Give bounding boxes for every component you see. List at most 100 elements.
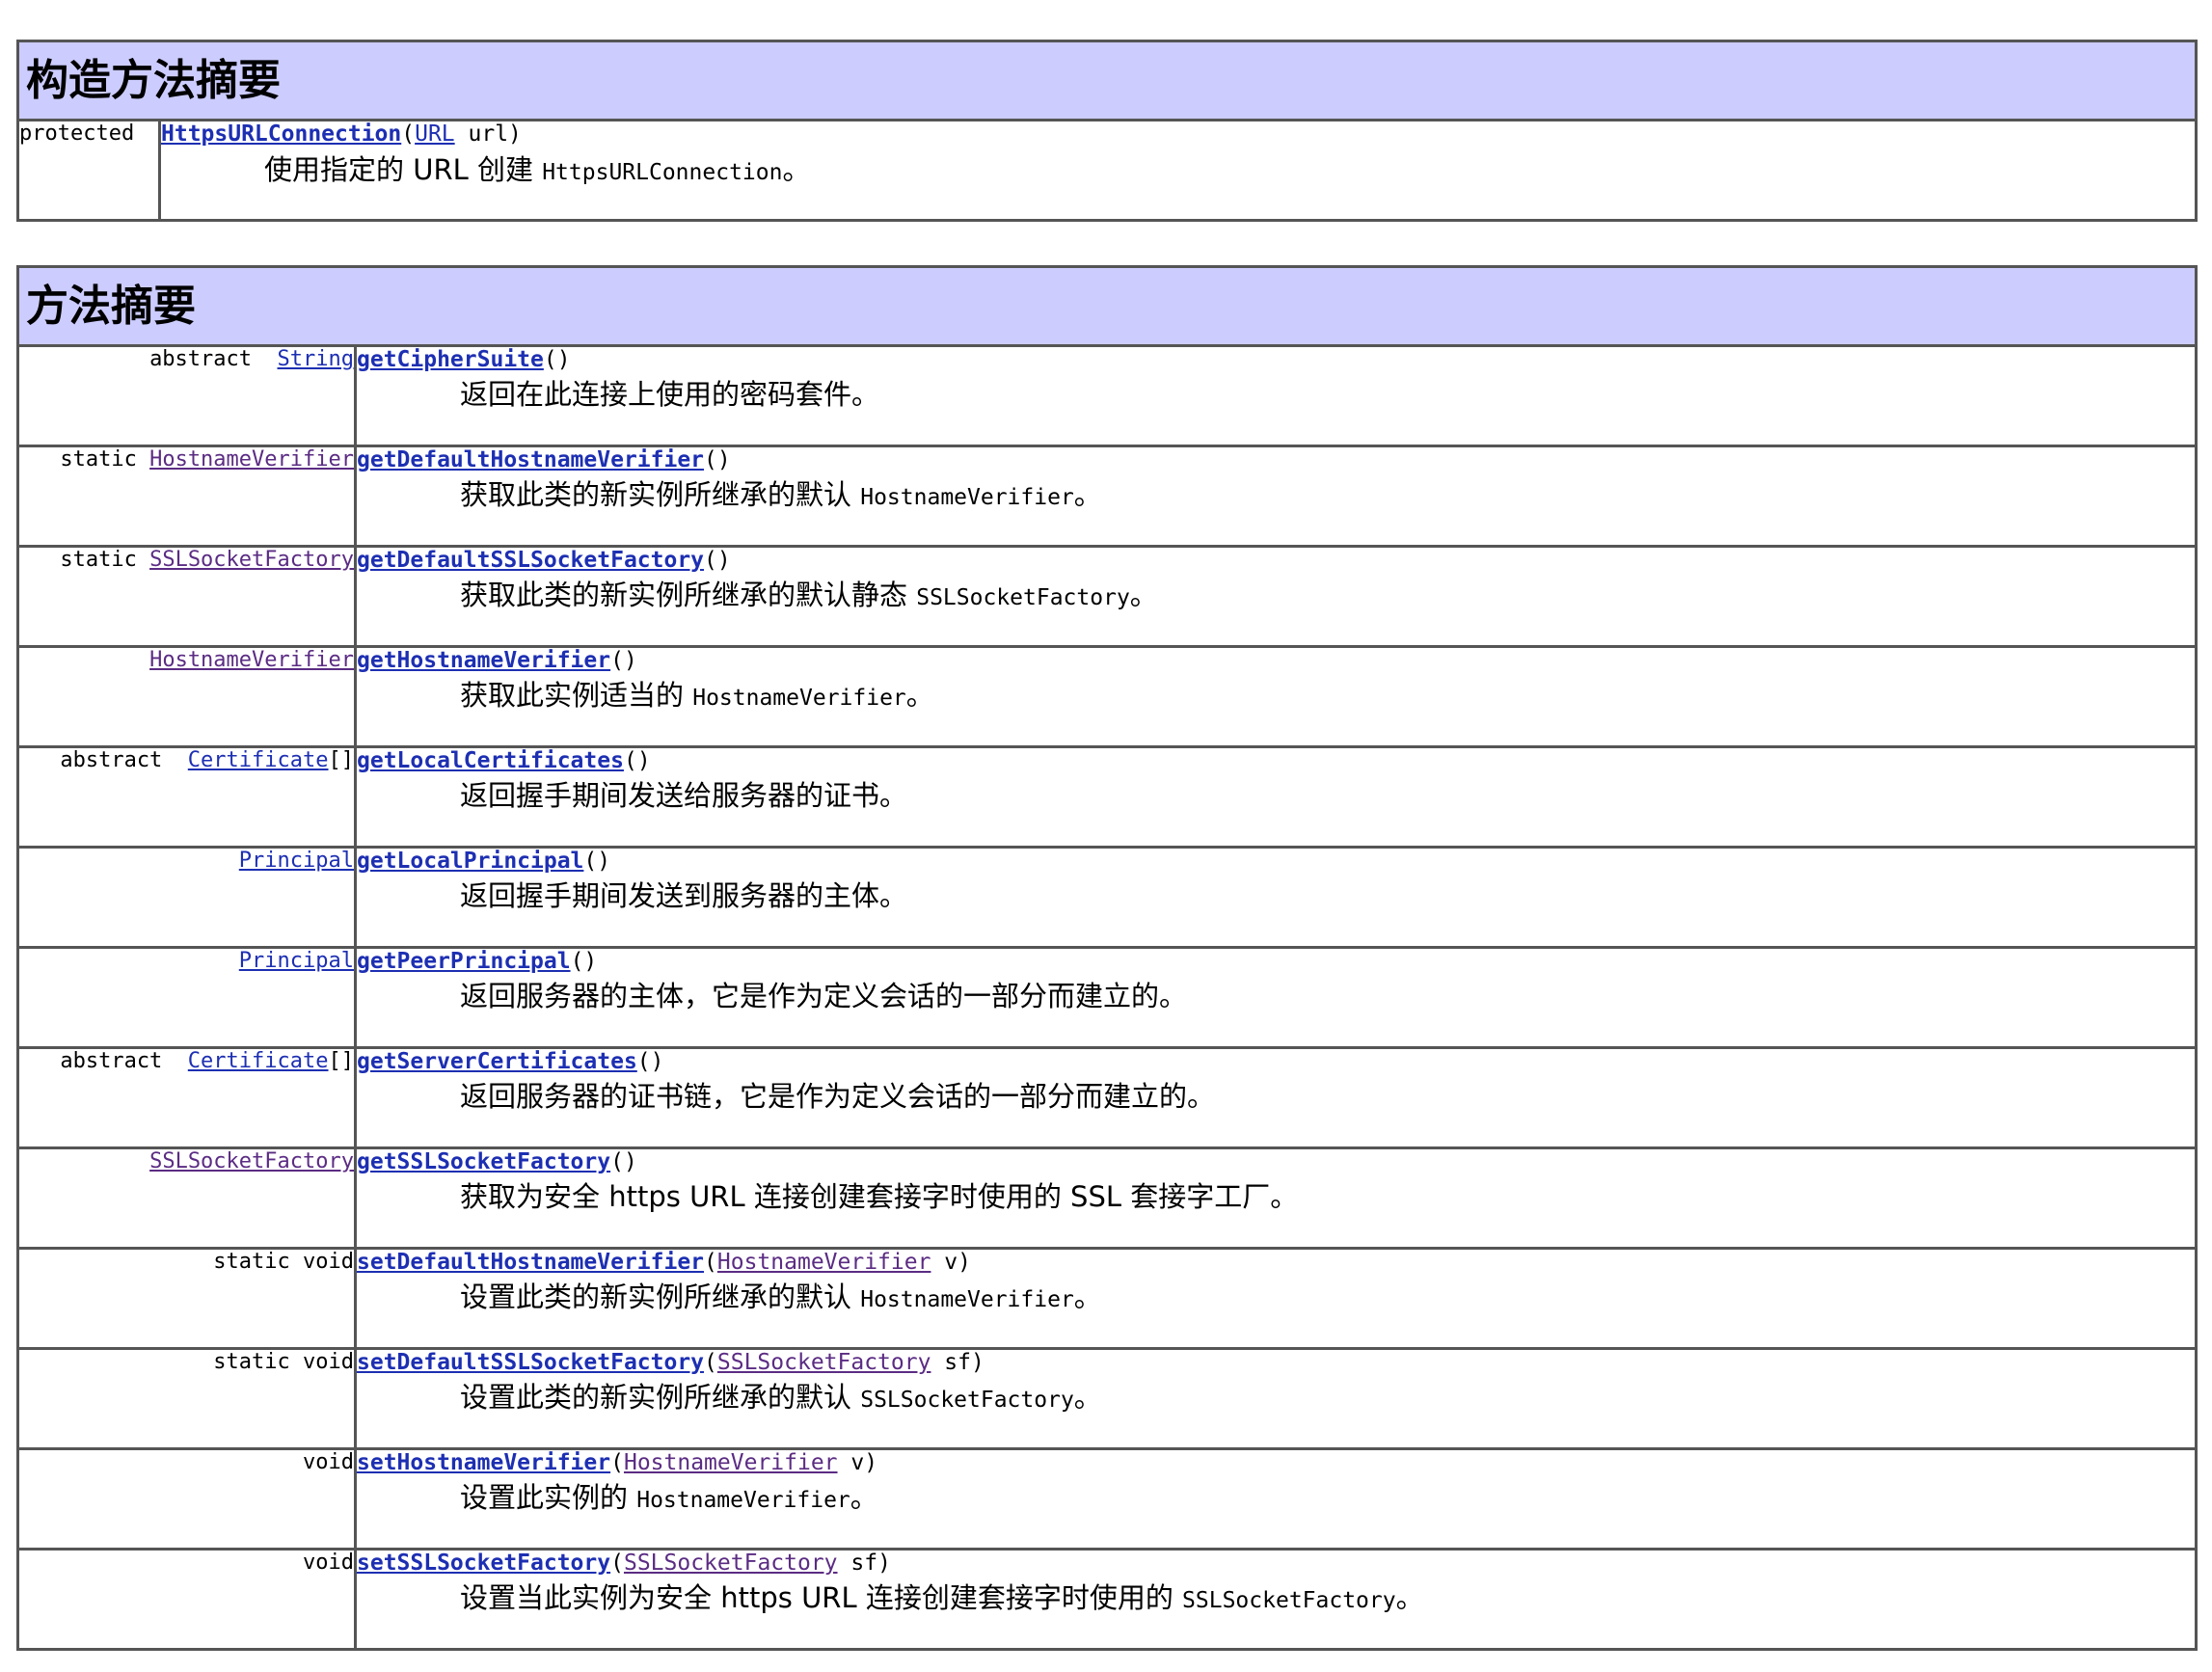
description-text: 设置此类的新实例所继承的默认 [460,1280,861,1313]
method-summary-title: 方法摘要 [26,281,196,331]
description: 获取此类的新实例所继承的默认 HostnameVerifier。 [357,476,2195,514]
signature-cell: getSSLSocketFactory() 获取为安全 https URL 连接创… [354,1146,2198,1250]
method-name-link[interactable]: getLocalCertificates [357,748,624,773]
signature-line: getDefaultSSLSocketFactory() [357,548,2195,575]
modifier-cell: protected [16,119,161,222]
method-name-link[interactable]: getServerCertificates [357,1049,637,1074]
description-suffix: 。 [1073,1280,1102,1313]
description-text: 设置此类的新实例所继承的默认 [460,1380,861,1414]
signature-line: getCipherSuite() [357,347,2195,374]
modifier-text: void [303,1450,354,1474]
signature-cell: getCipherSuite() 返回在此连接上使用的密码套件。 [354,344,2198,447]
method-row: static SSLSocketFactory getDefaultSSLSock… [16,545,2198,648]
modifier-text: static void [213,1250,354,1274]
return-type-link[interactable]: Certificate [188,748,329,772]
description-code: HostnameVerifier [692,685,906,711]
signature-cell: getLocalPrincipal() 返回握手期间发送到服务器的主体。 [354,846,2198,949]
signature-line: getServerCertificates() [357,1049,2195,1076]
return-type-link[interactable]: String [278,347,354,371]
return-type-link[interactable]: HostnameVerifier [149,648,354,672]
description: 返回握手期间发送给服务器的证书。 [357,777,2195,815]
method-name-link[interactable]: getDefaultHostnameVerifier [357,447,704,472]
paren-close: ) [636,748,651,773]
paren-close: ) [623,1149,637,1174]
param-type-link[interactable]: HostnameVerifier [717,1250,931,1275]
description: 返回服务器的主体，它是作为定义会话的一部分而建立的。 [357,978,2195,1015]
paren-open: ( [570,949,584,974]
constructor-summary-header: 构造方法摘要 [16,40,2198,121]
constructor-name-link[interactable]: HttpsURLConnection [161,121,401,147]
param-name: url [454,121,509,147]
paren-close: ) [583,949,598,974]
method-row: abstract String getCipherSuite() 返回在此连接上使用… [16,344,2198,447]
description-code: SSLSocketFactory [1182,1587,1396,1613]
method-name-link[interactable]: setDefaultSSLSocketFactory [357,1350,704,1375]
signature-cell: getDefaultHostnameVerifier() 获取此类的新实例所继承的… [354,445,2198,548]
signature-cell: setDefaultSSLSocketFactory(SSLSocketFact… [354,1347,2198,1450]
modifier-text: static [60,447,150,472]
return-type-link[interactable]: SSLSocketFactory [149,1149,354,1173]
description-text: 获取为安全 https URL 连接创建套接字时使用的 SSL 套接字工厂。 [460,1179,1299,1213]
paren-close: ) [556,347,571,372]
param-name: v [837,1450,865,1475]
param-type-link[interactable]: URL [415,121,455,147]
signature-line: getDefaultHostnameVerifier() [357,447,2195,474]
paren-open: ( [401,121,416,147]
return-type-link[interactable]: HostnameVerifier [149,447,354,472]
signature-cell: getServerCertificates() 返回服务器的证书链，它是作为定义会… [354,1046,2198,1149]
description-code: HttpsURLConnection [542,159,783,185]
method-name-link[interactable]: getLocalPrincipal [357,849,583,874]
signature-cell: getLocalCertificates() 返回握手期间发送给服务器的证书。 [354,745,2198,849]
description-text: 设置当此实例为安全 https URL 连接创建套接字时使用的 [460,1580,1183,1614]
description-code: HostnameVerifier [636,1487,850,1513]
modifier-cell: HostnameVerifier [16,645,357,748]
method-row: Principal getPeerPrincipal() 返回服务器的主体，它是作为… [16,946,2198,1049]
modifier-cell: Principal [16,946,357,1049]
description: 设置当此实例为安全 https URL 连接创建套接字时使用的 SSLSocke… [357,1579,2195,1617]
return-type-link[interactable]: Principal [239,849,354,873]
constructor-summary-table: 构造方法摘要 protected HttpsURLConnection(URL u… [16,40,2198,222]
modifier-text: abstract [60,748,188,772]
description: 返回服务器的证书链，它是作为定义会话的一部分而建立的。 [357,1078,2195,1116]
return-type-link[interactable]: Certificate [188,1049,329,1073]
method-row: SSLSocketFactory getSSLSocketFactory() 获取为… [16,1146,2198,1250]
method-row: HostnameVerifier getHostnameVerifier() 获取此… [16,645,2198,748]
method-name-link[interactable]: getHostnameVerifier [357,648,610,673]
description: 设置此类的新实例所继承的默认 HostnameVerifier。 [357,1279,2195,1316]
paren-open: ( [704,1350,717,1375]
paren-open: ( [704,447,717,472]
param-name: v [931,1250,958,1275]
return-type-link[interactable]: SSLSocketFactory [149,548,354,572]
description-code: HostnameVerifier [860,484,1074,510]
description-text: 返回服务器的证书链，它是作为定义会话的一部分而建立的。 [460,1079,1216,1113]
method-name-link[interactable]: setHostnameVerifier [357,1450,610,1475]
param-type-link[interactable]: SSLSocketFactory [717,1350,931,1375]
method-name-link[interactable]: getSSLSocketFactory [357,1149,610,1174]
paren-open: ( [623,748,637,773]
param-type-link[interactable]: SSLSocketFactory [624,1551,838,1576]
method-name-link[interactable]: getPeerPrincipal [357,949,571,974]
description-code: SSLSocketFactory [860,1387,1074,1413]
signature-line: setSSLSocketFactory(SSLSocketFactory sf) [357,1551,2195,1578]
array-suffix: [] [328,748,355,772]
array-suffix: [] [328,1049,355,1073]
method-name-link[interactable]: setSSLSocketFactory [357,1551,610,1576]
modifier-cell: abstract Certificate[] [16,1046,357,1149]
method-name-link[interactable]: setDefaultHostnameVerifier [357,1250,704,1275]
description-suffix: 。 [905,678,934,712]
description-suffix: 。 [782,152,811,186]
method-name-link[interactable]: getDefaultSSLSocketFactory [357,548,704,573]
description-suffix: 。 [1073,1380,1102,1414]
signature-cell: setDefaultHostnameVerifier(HostnameVerif… [354,1247,2198,1350]
method-name-link[interactable]: getCipherSuite [357,347,544,372]
signature-cell: setHostnameVerifier(HostnameVerifier v) 设… [354,1447,2198,1551]
param-type-link[interactable]: HostnameVerifier [624,1450,838,1475]
description: 设置此类的新实例所继承的默认 SSLSocketFactory。 [357,1379,2195,1416]
modifier-cell: static void [16,1347,357,1450]
modifier-text: void [303,1551,354,1575]
signature-cell: getHostnameVerifier() 获取此实例适当的 HostnameVe… [354,645,2198,748]
description-code: HostnameVerifier [860,1286,1074,1312]
return-type-link[interactable]: Principal [239,949,354,973]
signature-cell: HttpsURLConnection(URL url) 使用指定的 URL 创建 … [158,119,2198,222]
paren-open: ( [610,1551,624,1576]
